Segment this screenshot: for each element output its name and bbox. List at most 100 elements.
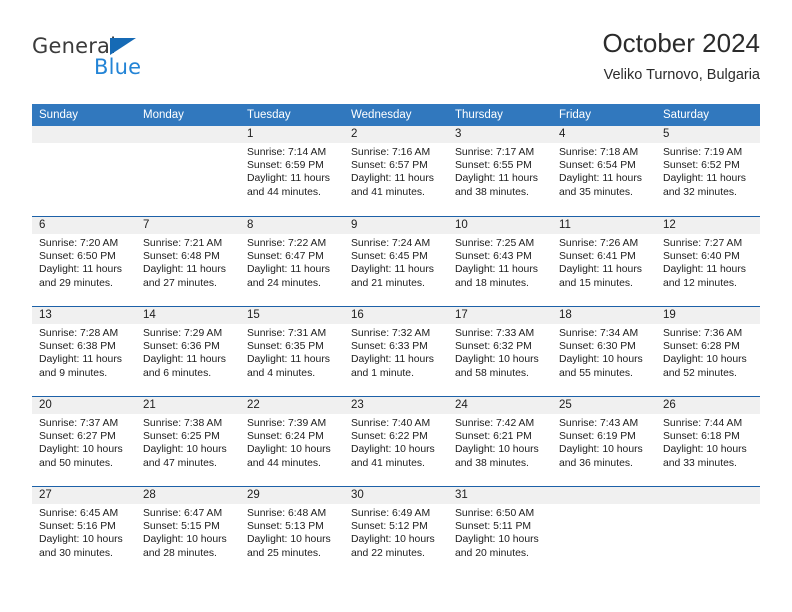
calendar-day-cell[interactable]: 3 Sunrise: 7:17 AM Sunset: 6:55 PM Daylight… xyxy=(448,126,552,216)
calendar-week-row: 13 Sunrise: 7:28 AM Sunset: 6:38 PM Dayligh… xyxy=(32,306,760,396)
daylight-text: Daylight: 10 hours and 22 minutes. xyxy=(351,534,435,559)
daylight-text: Daylight: 10 hours and 44 minutes. xyxy=(247,444,331,469)
day-details: Sunrise: 7:27 AM Sunset: 6:40 PM Daylight:… xyxy=(656,234,760,290)
day-number: 12 xyxy=(656,217,760,234)
sunset-text: Sunset: 6:25 PM xyxy=(143,431,220,443)
daylight-text: Daylight: 11 hours and 21 minutes. xyxy=(351,264,434,289)
sunrise-text: Sunrise: 7:28 AM xyxy=(39,328,119,339)
sunset-text: Sunset: 6:41 PM xyxy=(559,251,636,263)
calendar-day-cell[interactable]: 13 Sunrise: 7:28 AM Sunset: 6:38 PM Dayligh… xyxy=(32,307,136,396)
daylight-text: Daylight: 11 hours and 44 minutes. xyxy=(247,173,330,198)
calendar-day-cell[interactable]: 21 Sunrise: 7:38 AM Sunset: 6:25 PM Dayligh… xyxy=(136,397,240,486)
day-details: Sunrise: 7:16 AM Sunset: 6:57 PM Daylight:… xyxy=(344,143,448,199)
daylight-text: Daylight: 10 hours and 38 minutes. xyxy=(455,444,539,469)
sunrise-text: Sunrise: 7:42 AM xyxy=(455,418,535,429)
sunset-text: Sunset: 6:59 PM xyxy=(247,160,324,172)
calendar-day-cell[interactable]: 16 Sunrise: 7:32 AM Sunset: 6:33 PM Dayligh… xyxy=(344,307,448,396)
day-details: Sunrise: 7:21 AM Sunset: 6:48 PM Daylight:… xyxy=(136,234,240,290)
calendar-day-cell[interactable]: 31 Sunrise: 6:50 AM Sunset: 5:11 PM Dayligh… xyxy=(448,487,552,576)
day-number: 10 xyxy=(448,217,552,234)
weekday-header-monday: Monday xyxy=(143,109,184,121)
calendar-day-cell[interactable]: 14 Sunrise: 7:29 AM Sunset: 6:36 PM Dayligh… xyxy=(136,307,240,396)
day-details: Sunrise: 7:40 AM Sunset: 6:22 PM Daylight:… xyxy=(344,414,448,470)
calendar-day-cell[interactable]: 7 Sunrise: 7:21 AM Sunset: 6:48 PM Daylight… xyxy=(136,217,240,306)
calendar-day-cell[interactable]: 22 Sunrise: 7:39 AM Sunset: 6:24 PM Dayligh… xyxy=(240,397,344,486)
calendar-day-cell-empty xyxy=(32,126,136,216)
page-title: October 2024 xyxy=(602,28,760,58)
day-details: Sunrise: 7:20 AM Sunset: 6:50 PM Daylight:… xyxy=(32,234,136,290)
day-number: 31 xyxy=(448,487,552,504)
day-number: 26 xyxy=(656,397,760,414)
sunset-text: Sunset: 6:40 PM xyxy=(663,251,740,263)
calendar-day-cell[interactable]: 26 Sunrise: 7:44 AM Sunset: 6:18 PM Dayligh… xyxy=(656,397,760,486)
daylight-text: Daylight: 10 hours and 20 minutes. xyxy=(455,534,539,559)
day-number: 2 xyxy=(344,126,448,143)
day-number: 25 xyxy=(552,397,656,414)
calendar-grid: Sunday Monday Tuesday Wednesday Thursday… xyxy=(32,104,760,576)
calendar-day-cell[interactable]: 15 Sunrise: 7:31 AM Sunset: 6:35 PM Dayligh… xyxy=(240,307,344,396)
calendar-day-cell[interactable]: 10 Sunrise: 7:25 AM Sunset: 6:43 PM Dayligh… xyxy=(448,217,552,306)
calendar-day-cell[interactable]: 29 Sunrise: 6:48 AM Sunset: 5:13 PM Dayligh… xyxy=(240,487,344,576)
calendar-day-cell[interactable]: 23 Sunrise: 7:40 AM Sunset: 6:22 PM Dayligh… xyxy=(344,397,448,486)
calendar-day-cell[interactable]: 1 Sunrise: 7:14 AM Sunset: 6:59 PM Daylight… xyxy=(240,126,344,216)
calendar-day-cell[interactable]: 24 Sunrise: 7:42 AM Sunset: 6:21 PM Dayligh… xyxy=(448,397,552,486)
sunrise-text: Sunrise: 7:16 AM xyxy=(351,147,431,158)
weekday-header-row: Sunday Monday Tuesday Wednesday Thursday… xyxy=(32,104,760,126)
calendar-day-cell[interactable]: 27 Sunrise: 6:45 AM Sunset: 5:16 PM Dayligh… xyxy=(32,487,136,576)
day-number: 1 xyxy=(240,126,344,143)
daylight-text: Daylight: 11 hours and 27 minutes. xyxy=(143,264,226,289)
calendar-week-row: 1 Sunrise: 7:14 AM Sunset: 6:59 PM Daylight… xyxy=(32,126,760,216)
calendar-day-cell[interactable]: 17 Sunrise: 7:33 AM Sunset: 6:32 PM Dayligh… xyxy=(448,307,552,396)
page-header: General Blue October 2024 Veliko Turnovo… xyxy=(32,26,760,96)
sunrise-text: Sunrise: 6:49 AM xyxy=(351,508,431,519)
calendar-day-cell[interactable]: 4 Sunrise: 7:18 AM Sunset: 6:54 PM Daylight… xyxy=(552,126,656,216)
sunset-text: Sunset: 6:47 PM xyxy=(247,251,324,263)
daylight-text: Daylight: 10 hours and 50 minutes. xyxy=(39,444,123,469)
calendar-day-cell[interactable]: 9 Sunrise: 7:24 AM Sunset: 6:45 PM Daylight… xyxy=(344,217,448,306)
day-number: 7 xyxy=(136,217,240,234)
sunset-text: Sunset: 6:57 PM xyxy=(351,160,428,172)
daylight-text: Daylight: 11 hours and 12 minutes. xyxy=(663,264,746,289)
daylight-text: Daylight: 11 hours and 32 minutes. xyxy=(663,173,746,198)
sunset-text: Sunset: 5:12 PM xyxy=(351,521,428,533)
calendar-day-cell[interactable]: 18 Sunrise: 7:34 AM Sunset: 6:30 PM Dayligh… xyxy=(552,307,656,396)
sunset-text: Sunset: 5:13 PM xyxy=(247,521,324,533)
weekday-header-tuesday: Tuesday xyxy=(247,109,291,121)
calendar-day-cell[interactable]: 19 Sunrise: 7:36 AM Sunset: 6:28 PM Dayligh… xyxy=(656,307,760,396)
sunrise-text: Sunrise: 7:27 AM xyxy=(663,238,743,249)
day-details: Sunrise: 7:39 AM Sunset: 6:24 PM Daylight:… xyxy=(240,414,344,470)
day-details: Sunrise: 7:24 AM Sunset: 6:45 PM Daylight:… xyxy=(344,234,448,290)
general-blue-logo[interactable]: General Blue xyxy=(32,34,232,88)
day-number: 29 xyxy=(240,487,344,504)
sunrise-text: Sunrise: 7:33 AM xyxy=(455,328,535,339)
day-details: Sunrise: 7:29 AM Sunset: 6:36 PM Daylight:… xyxy=(136,324,240,380)
calendar-day-cell[interactable]: 12 Sunrise: 7:27 AM Sunset: 6:40 PM Dayligh… xyxy=(656,217,760,306)
calendar-day-cell[interactable]: 8 Sunrise: 7:22 AM Sunset: 6:47 PM Daylight… xyxy=(240,217,344,306)
day-number: 19 xyxy=(656,307,760,324)
calendar-day-cell[interactable]: 5 Sunrise: 7:19 AM Sunset: 6:52 PM Daylight… xyxy=(656,126,760,216)
sunset-text: Sunset: 6:38 PM xyxy=(39,341,116,353)
sunrise-text: Sunrise: 7:32 AM xyxy=(351,328,431,339)
daylight-text: Daylight: 11 hours and 15 minutes. xyxy=(559,264,642,289)
calendar-day-cell[interactable]: 11 Sunrise: 7:26 AM Sunset: 6:41 PM Dayligh… xyxy=(552,217,656,306)
sunset-text: Sunset: 5:11 PM xyxy=(455,521,532,533)
sunset-text: Sunset: 6:24 PM xyxy=(247,431,324,443)
sunrise-text: Sunrise: 7:20 AM xyxy=(39,238,119,249)
calendar-day-cell[interactable]: 30 Sunrise: 6:49 AM Sunset: 5:12 PM Dayligh… xyxy=(344,487,448,576)
daylight-text: Daylight: 10 hours and 33 minutes. xyxy=(663,444,747,469)
daylight-text: Daylight: 11 hours and 38 minutes. xyxy=(455,173,538,198)
sunrise-text: Sunrise: 7:18 AM xyxy=(559,147,639,158)
sunrise-text: Sunrise: 7:40 AM xyxy=(351,418,431,429)
calendar-week-row: 20 Sunrise: 7:37 AM Sunset: 6:27 PM Dayligh… xyxy=(32,396,760,486)
daylight-text: Daylight: 11 hours and 4 minutes. xyxy=(247,354,330,379)
calendar-day-cell[interactable]: 20 Sunrise: 7:37 AM Sunset: 6:27 PM Dayligh… xyxy=(32,397,136,486)
sunset-text: Sunset: 6:45 PM xyxy=(351,251,428,263)
sunrise-text: Sunrise: 7:39 AM xyxy=(247,418,327,429)
calendar-day-cell[interactable]: 28 Sunrise: 6:47 AM Sunset: 5:15 PM Dayligh… xyxy=(136,487,240,576)
day-details: Sunrise: 6:50 AM Sunset: 5:11 PM Daylight:… xyxy=(448,504,552,560)
day-details: Sunrise: 7:33 AM Sunset: 6:32 PM Daylight:… xyxy=(448,324,552,380)
calendar-day-cell[interactable]: 25 Sunrise: 7:43 AM Sunset: 6:19 PM Dayligh… xyxy=(552,397,656,486)
day-number: 30 xyxy=(344,487,448,504)
calendar-day-cell[interactable]: 2 Sunrise: 7:16 AM Sunset: 6:57 PM Daylight… xyxy=(344,126,448,216)
calendar-day-cell[interactable]: 6 Sunrise: 7:20 AM Sunset: 6:50 PM Daylight… xyxy=(32,217,136,306)
